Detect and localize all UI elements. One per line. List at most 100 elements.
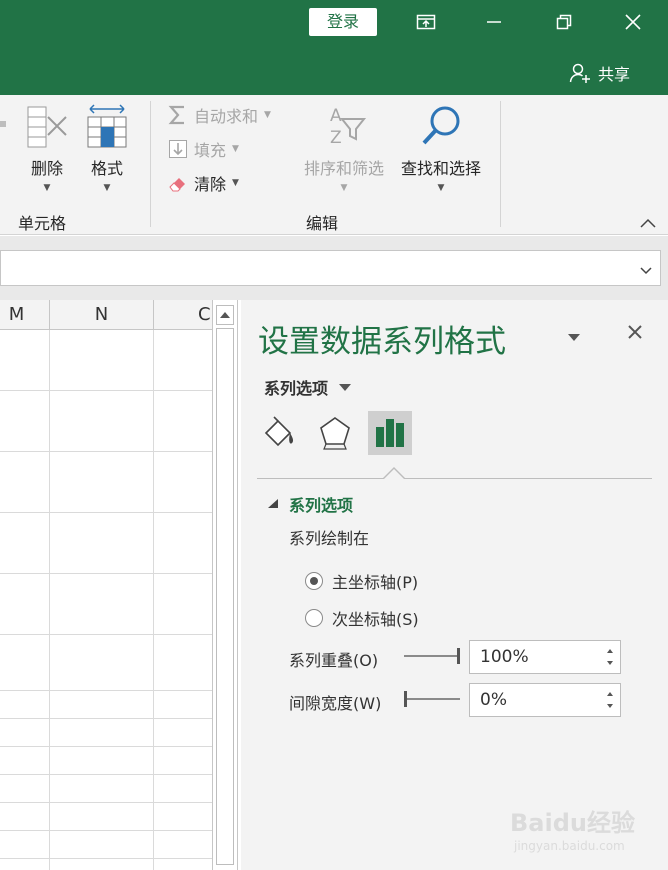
fill-down-icon bbox=[169, 140, 187, 158]
column-header-m[interactable]: M bbox=[0, 300, 50, 330]
series-overlap-spinbox[interactable]: 100% bbox=[469, 640, 621, 674]
slider-track bbox=[404, 655, 460, 657]
autosum-label: 自动求和 bbox=[194, 107, 259, 126]
scroll-thumb[interactable] bbox=[216, 328, 234, 865]
ribbon: 删除 ▼ 格式 ▼ 单元格 自动求和 ▼ 填充 ▼ 清除 ▼ A Z 排序和筛选… bbox=[0, 95, 668, 235]
column-headers: M N C bbox=[0, 300, 212, 330]
tab-indicator-fill bbox=[383, 469, 405, 480]
fill-label: 填充 bbox=[194, 141, 227, 160]
secondary-axis-option[interactable]: 次坐标轴(S) bbox=[305, 606, 419, 630]
close-icon bbox=[628, 325, 642, 339]
grid-line bbox=[0, 690, 212, 691]
delete-cells-icon bbox=[27, 106, 67, 148]
collapse-ribbon-button[interactable] bbox=[638, 215, 658, 229]
paint-bucket-icon bbox=[264, 416, 294, 447]
tab-series-options[interactable] bbox=[368, 411, 412, 455]
share-label: 共享 bbox=[598, 65, 631, 84]
cells-group-label: 单元格 bbox=[18, 214, 67, 233]
triangle-down-icon bbox=[568, 334, 580, 341]
format-cells-button[interactable]: 格式 ▼ bbox=[82, 103, 132, 193]
autosum-button[interactable]: 自动求和 ▼ bbox=[168, 103, 271, 127]
spin-arrows-icon[interactable] bbox=[605, 687, 615, 713]
series-overlap-label: 系列重叠(O) bbox=[289, 651, 379, 670]
format-label: 格式 bbox=[90, 159, 123, 178]
gap-width-label: 间隙宽度(W) bbox=[289, 694, 382, 713]
grid-line bbox=[0, 830, 212, 831]
section-header-label: 系列选项 bbox=[289, 496, 354, 515]
series-overlap-value: 100% bbox=[480, 647, 529, 667]
close-icon bbox=[625, 14, 641, 30]
find-select-button[interactable]: 查找和选择 ▼ bbox=[394, 103, 488, 193]
login-button[interactable]: 登录 bbox=[309, 8, 377, 36]
tab-fill-line[interactable] bbox=[258, 411, 302, 455]
delete-cells-button[interactable]: 删除 ▼ bbox=[22, 103, 72, 193]
plot-series-on-label: 系列绘制在 bbox=[289, 529, 370, 548]
restore-button[interactable] bbox=[540, 4, 588, 40]
gap-width-spinbox[interactable]: 0% bbox=[469, 683, 621, 717]
pentagon-icon bbox=[320, 417, 350, 450]
pane-close-button[interactable] bbox=[625, 322, 645, 342]
clear-label: 清除 bbox=[194, 175, 227, 194]
pane-title: 设置数据系列格式 bbox=[258, 324, 506, 360]
chevron-down-icon: ▼ bbox=[232, 144, 239, 154]
expand-formula-bar-button[interactable] bbox=[638, 262, 654, 275]
delete-label: 删除 bbox=[30, 159, 63, 178]
share-button[interactable]: 共享 bbox=[568, 60, 630, 86]
grid-line bbox=[49, 330, 50, 870]
series-options-section-header[interactable]: 系列选项 bbox=[267, 492, 353, 516]
sort-filter-button[interactable]: A Z 排序和筛选 ▼ bbox=[298, 103, 390, 193]
formula-bar-area bbox=[0, 236, 668, 300]
ribbon-display-options-button[interactable] bbox=[402, 4, 450, 40]
grid-line bbox=[0, 512, 212, 513]
restore-icon bbox=[556, 14, 572, 30]
primary-axis-option[interactable]: 主坐标轴(P) bbox=[305, 569, 418, 593]
baidu-watermark: Baidu经验 jingyan.baidu.com bbox=[510, 795, 660, 865]
insert-cells-icon-partial bbox=[0, 121, 6, 127]
primary-axis-radio[interactable] bbox=[305, 572, 323, 590]
grid-line bbox=[0, 802, 212, 803]
gap-width-slider[interactable] bbox=[404, 690, 462, 708]
find-select-label: 查找和选择 bbox=[400, 159, 481, 178]
grid-line bbox=[0, 573, 212, 574]
format-data-series-pane: 设置数据系列格式 系列选项 系列选项 系列绘制在 主坐标轴(P) 次坐标轴(S)… bbox=[241, 300, 668, 870]
chevron-down-icon bbox=[640, 267, 652, 275]
slider-track bbox=[404, 698, 460, 700]
grid-line bbox=[153, 330, 154, 870]
watermark-text: Baidu经验 bbox=[510, 809, 635, 837]
worksheet-grid[interactable]: M N C bbox=[0, 300, 212, 870]
clear-button[interactable]: 清除 ▼ bbox=[168, 171, 239, 195]
series-overlap-slider[interactable] bbox=[404, 647, 462, 665]
editing-group-label: 编辑 bbox=[306, 214, 339, 233]
svg-text:Z: Z bbox=[330, 128, 342, 148]
ribbon-display-icon bbox=[416, 14, 436, 30]
grid-line bbox=[0, 451, 212, 452]
fill-button[interactable]: 填充 ▼ bbox=[168, 137, 239, 161]
secondary-axis-radio[interactable] bbox=[305, 609, 323, 627]
group-divider bbox=[500, 101, 501, 227]
formula-input[interactable] bbox=[0, 250, 661, 286]
secondary-axis-label: 次坐标轴(S) bbox=[332, 610, 419, 629]
person-add-icon bbox=[569, 63, 590, 83]
svg-text:A: A bbox=[330, 106, 342, 126]
chevron-up-icon bbox=[640, 218, 656, 228]
spin-arrows-icon[interactable] bbox=[605, 644, 615, 670]
pane-options-button[interactable] bbox=[565, 328, 583, 341]
tab-effects[interactable] bbox=[313, 411, 357, 455]
chevron-down-icon: ▼ bbox=[340, 183, 348, 193]
triangle-down-icon bbox=[339, 384, 352, 391]
chevron-down-icon: ▼ bbox=[437, 183, 445, 193]
watermark-url: jingyan.baidu.com bbox=[514, 839, 625, 853]
close-button[interactable] bbox=[609, 4, 657, 40]
collapse-triangle-icon bbox=[268, 499, 278, 508]
sort-filter-icon: A Z bbox=[330, 106, 367, 148]
minimize-button[interactable] bbox=[470, 4, 518, 40]
slider-thumb[interactable] bbox=[404, 691, 407, 707]
column-header-n[interactable]: N bbox=[50, 300, 154, 330]
scroll-up-button[interactable] bbox=[216, 305, 234, 325]
grid-line bbox=[0, 634, 212, 635]
slider-thumb[interactable] bbox=[457, 648, 460, 664]
series-options-dropdown-label: 系列选项 bbox=[264, 379, 329, 398]
series-options-dropdown[interactable]: 系列选项 bbox=[264, 375, 352, 399]
sort-filter-label: 排序和筛选 bbox=[303, 159, 384, 178]
vertical-scrollbar[interactable] bbox=[212, 300, 238, 870]
